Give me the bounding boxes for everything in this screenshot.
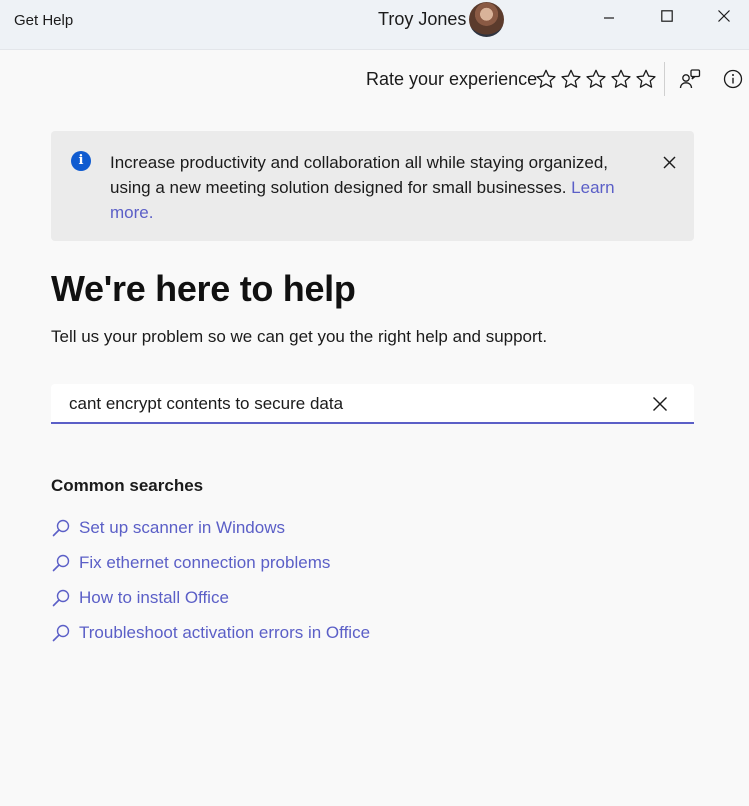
common-search-label[interactable]: Set up scanner in Windows — [79, 518, 285, 538]
banner-text: Increase productivity and collaboration … — [110, 153, 609, 197]
close-icon — [718, 10, 730, 22]
search-icon — [52, 554, 70, 571]
star-1-icon[interactable] — [535, 68, 557, 90]
title-bar: Get Help Troy Jones — [0, 0, 749, 50]
search-icon — [52, 624, 70, 641]
search-icon — [52, 519, 70, 536]
star-2-icon[interactable] — [560, 68, 582, 90]
contact-support-button[interactable] — [678, 67, 702, 91]
app-title: Get Help — [14, 12, 74, 29]
common-search-item[interactable]: Troubleshoot activation errors in Office — [51, 615, 370, 650]
common-search-item[interactable]: Set up scanner in Windows — [51, 510, 370, 545]
maximize-icon — [661, 10, 673, 22]
banner-message: Increase productivity and collaboration … — [110, 150, 640, 225]
common-search-item[interactable]: How to install Office — [51, 580, 370, 615]
toolbar-divider — [664, 62, 665, 96]
common-searches-list: Set up scanner in Windows Fix ethernet c… — [51, 510, 370, 650]
clear-search-button[interactable] — [648, 392, 672, 416]
maximize-button[interactable] — [644, 0, 690, 32]
info-icon: i — [71, 151, 91, 171]
page-title: We're here to help — [51, 268, 356, 309]
close-icon — [663, 156, 675, 168]
rate-experience-label: Rate your experience — [366, 69, 538, 89]
minimize-icon — [604, 17, 614, 19]
search-input[interactable] — [69, 391, 629, 417]
page-subtitle: Tell us your problem so we can get you t… — [51, 327, 548, 346]
common-search-item[interactable]: Fix ethernet connection problems — [51, 545, 370, 580]
search-box — [51, 384, 694, 424]
star-3-icon[interactable] — [585, 68, 607, 90]
contact-support-icon — [679, 69, 701, 89]
info-banner: i Increase productivity and collaboratio… — [51, 131, 694, 241]
common-search-label[interactable]: Fix ethernet connection problems — [79, 553, 330, 573]
common-search-label[interactable]: Troubleshoot activation errors in Office — [79, 623, 370, 643]
close-icon — [653, 397, 667, 411]
dismiss-banner-button[interactable] — [658, 151, 680, 173]
close-window-button[interactable] — [701, 0, 747, 32]
star-5-icon[interactable] — [635, 68, 657, 90]
minimize-button[interactable] — [586, 0, 632, 32]
common-searches-title: Common searches — [51, 476, 204, 495]
user-name[interactable]: Troy Jones — [378, 9, 466, 30]
info-icon — [723, 69, 743, 89]
rating-stars — [535, 68, 657, 90]
common-search-label[interactable]: How to install Office — [79, 588, 229, 608]
info-button[interactable] — [721, 67, 745, 91]
avatar[interactable] — [469, 2, 504, 37]
star-4-icon[interactable] — [610, 68, 632, 90]
search-icon — [52, 589, 70, 606]
